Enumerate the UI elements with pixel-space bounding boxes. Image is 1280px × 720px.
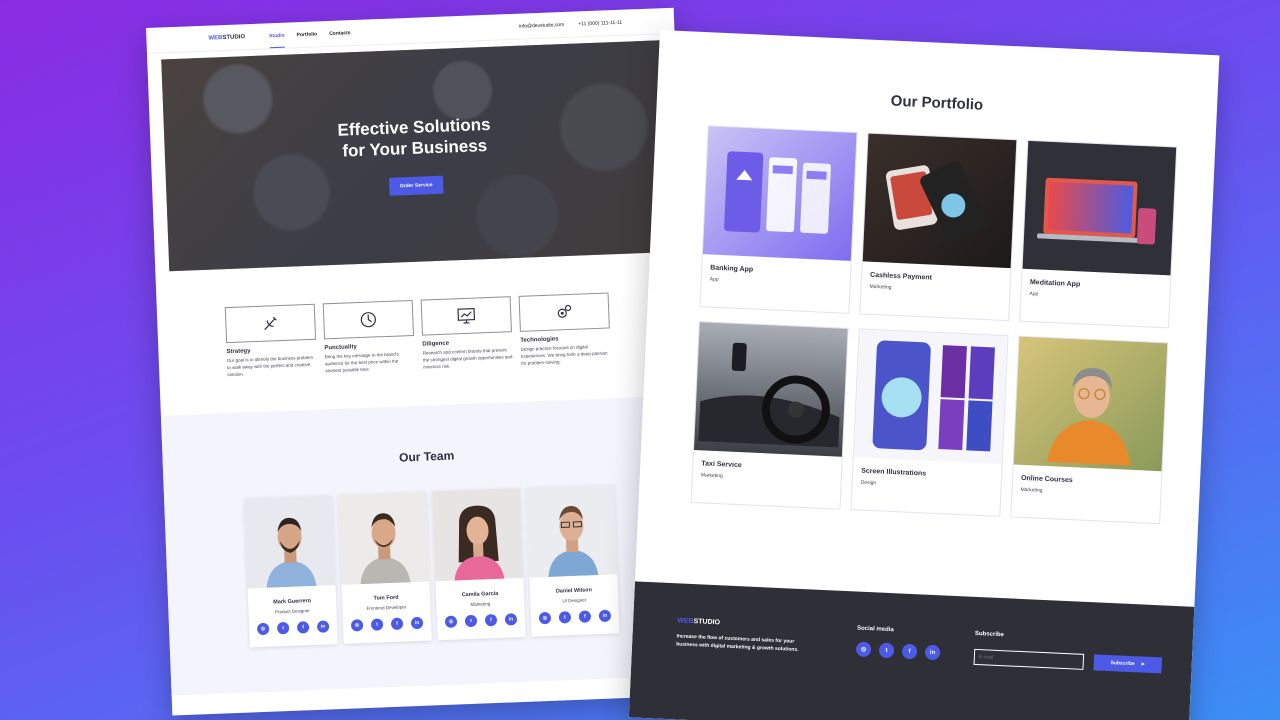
instagram-icon[interactable]: ◎ [538, 611, 552, 625]
linkedin-icon[interactable]: in [504, 613, 518, 626]
order-service-button[interactable]: Order Service [388, 175, 444, 196]
team-card: Daniel Wilson UI Designer ◎ t f in [525, 484, 620, 637]
facebook-icon[interactable]: f [578, 610, 592, 623]
facebook-icon[interactable]: f [296, 621, 310, 634]
antenna-icon [264, 316, 277, 331]
feature-diligence: Diligence Research and confirm brands th… [420, 296, 514, 370]
portfolio-item[interactable]: Meditation App App [1019, 139, 1178, 329]
portfolio-item[interactable]: Cashless Payment Marketing [859, 132, 1018, 322]
instagram-icon[interactable]: ◎ [256, 622, 270, 636]
portfolio-page-preview: Our Portfolio Banking App App Cashless Pa… [628, 30, 1220, 720]
feature-technologies: Technologies Design practice focused on … [518, 292, 612, 366]
twitter-icon[interactable]: t [558, 611, 572, 624]
twitter-icon[interactable]: t [276, 621, 290, 635]
portfolio-image [862, 133, 1017, 269]
member-name: Camila Garcia [461, 590, 499, 599]
twitter-icon[interactable]: t [464, 614, 478, 628]
portfolio-item[interactable]: Taxi Service Marketing [690, 321, 849, 510]
nav-portfolio[interactable]: Portfolio [296, 31, 317, 38]
member-role: Frontend Developer [366, 604, 407, 611]
instagram-icon[interactable]: ◎ [444, 615, 458, 628]
facebook-icon[interactable]: f [901, 643, 918, 660]
team-photo [338, 491, 430, 585]
twitter-icon[interactable]: t [878, 642, 895, 659]
team-card: Tom Ford Frontend Developer ◎ t f in [338, 491, 432, 644]
team-section: Our Team Mark Guerrero Product Designer … [160, 395, 700, 696]
feature-strategy: Strategy Our goal is to identify the bus… [224, 303, 318, 378]
linkedin-icon[interactable]: in [598, 609, 612, 623]
portfolio-grid: Banking App App Cashless Payment Marketing… [639, 99, 1217, 526]
member-name: Mark Guerrero [273, 598, 312, 606]
send-icon: ➤ [1140, 661, 1146, 668]
team-title: Our Team [398, 448, 455, 465]
portfolio-image [853, 329, 1008, 464]
subscribe-button[interactable]: Subscribe ➤ [1093, 654, 1163, 674]
member-role: Marketing [470, 601, 491, 607]
hero-title: Effective Solutions for Your Business [337, 114, 491, 161]
member-role: UI Designer [562, 597, 587, 604]
linkedin-icon[interactable]: in [316, 620, 330, 633]
portfolio-item[interactable]: Online Courses Marketing [1010, 335, 1169, 525]
team-card: Camila Garcia Marketing ◎ t f in [431, 487, 526, 641]
portfolio-image [1013, 336, 1168, 472]
gears-icon [557, 304, 572, 318]
hero-section: Effective Solutions for Your Business Or… [161, 40, 669, 272]
portfolio-item[interactable]: Banking App App [699, 125, 858, 314]
header-contacts: info@devstudio.com +11 (000) 111-11-11 [519, 19, 622, 29]
subscribe-heading: Subscribe [974, 630, 1005, 639]
portfolio-image [693, 322, 848, 457]
team-photo [431, 487, 524, 582]
social-heading: Social media [856, 625, 894, 634]
footer-logo[interactable]: WEBSTUDIO [677, 617, 815, 630]
facebook-icon[interactable]: f [390, 617, 404, 631]
linkedin-icon[interactable]: in [924, 644, 941, 661]
site-footer: WEBSTUDIO Increase the flow of customers… [628, 581, 1195, 720]
monitor-icon [457, 307, 476, 324]
email-field[interactable] [973, 648, 1085, 670]
instagram-icon[interactable]: ◎ [855, 641, 872, 658]
header-phone-link[interactable]: +11 (000) 111-11-11 [578, 19, 622, 27]
nav-studio[interactable]: Studio [269, 32, 285, 39]
twitter-icon[interactable]: t [370, 618, 384, 631]
instagram-icon[interactable]: ◎ [350, 619, 364, 632]
footer-text: Increase the flow of customers and sales… [676, 633, 799, 653]
portfolio-item[interactable]: Screen Illustrations Design [850, 328, 1009, 517]
header-email-link[interactable]: info@devstudio.com [519, 21, 565, 29]
team-card: Mark Guerrero Product Designer ◎ t f in [244, 495, 338, 648]
linkedin-icon[interactable]: in [410, 616, 424, 630]
team-photo [525, 484, 618, 578]
member-name: Tom Ford [373, 594, 399, 602]
features-list: Strategy Our goal is to identify the bus… [155, 252, 687, 381]
feature-punctuality: Punctuality Bring the key message to the… [322, 299, 416, 374]
team-photo [244, 495, 336, 589]
portfolio-image [702, 126, 857, 261]
main-nav: Studio Portfolio Contacts [269, 30, 351, 39]
home-page-preview: WEBSTUDIO Studio Portfolio Contacts info… [146, 7, 701, 716]
facebook-icon[interactable]: f [484, 613, 498, 627]
team-cards: Mark Guerrero Product Designer ◎ t f in Tom… [164, 481, 697, 650]
nav-contacts[interactable]: Contacts [329, 30, 351, 37]
member-name: Daniel Wilson [555, 587, 593, 595]
portfolio-image [1022, 140, 1177, 276]
clock-icon [360, 312, 376, 328]
site-logo[interactable]: WEBSTUDIO [208, 34, 245, 41]
member-role: Product Designer [275, 608, 310, 615]
